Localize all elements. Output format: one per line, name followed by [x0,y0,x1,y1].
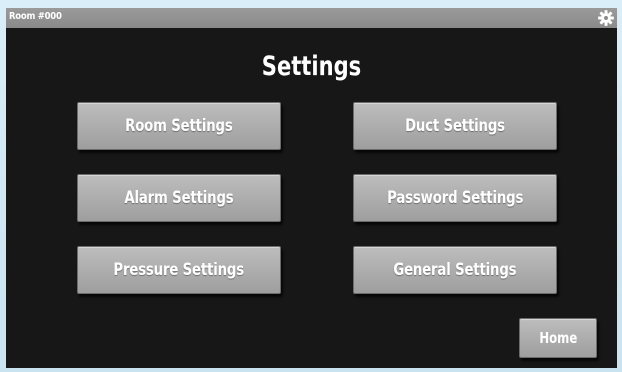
password-settings-label: Password Settings [386,188,524,208]
title-bar: Room #000 [6,8,617,28]
room-label: Room #000 [9,11,62,22]
password-settings-button[interactable]: Password Settings [353,174,557,222]
settings-screen: Room #000 Settings Room Settings Duct Se… [6,8,617,368]
pressure-settings-button[interactable]: Pressure Settings [77,246,281,294]
home-label: Home [539,329,577,347]
gear-icon[interactable] [597,9,615,27]
general-settings-button[interactable]: General Settings [353,246,557,294]
room-settings-label: Room Settings [125,116,233,136]
home-button[interactable]: Home [519,318,597,358]
pressure-settings-label: Pressure Settings [113,260,245,280]
alarm-settings-label: Alarm Settings [124,188,234,208]
duct-settings-button[interactable]: Duct Settings [353,102,557,150]
alarm-settings-button[interactable]: Alarm Settings [77,174,281,222]
device-frame: Room #000 Settings Room Settings Duct Se… [0,0,622,372]
room-settings-button[interactable]: Room Settings [77,102,281,150]
page-title: Settings [261,51,362,82]
duct-settings-label: Duct Settings [405,116,505,136]
general-settings-label: General Settings [393,260,517,280]
